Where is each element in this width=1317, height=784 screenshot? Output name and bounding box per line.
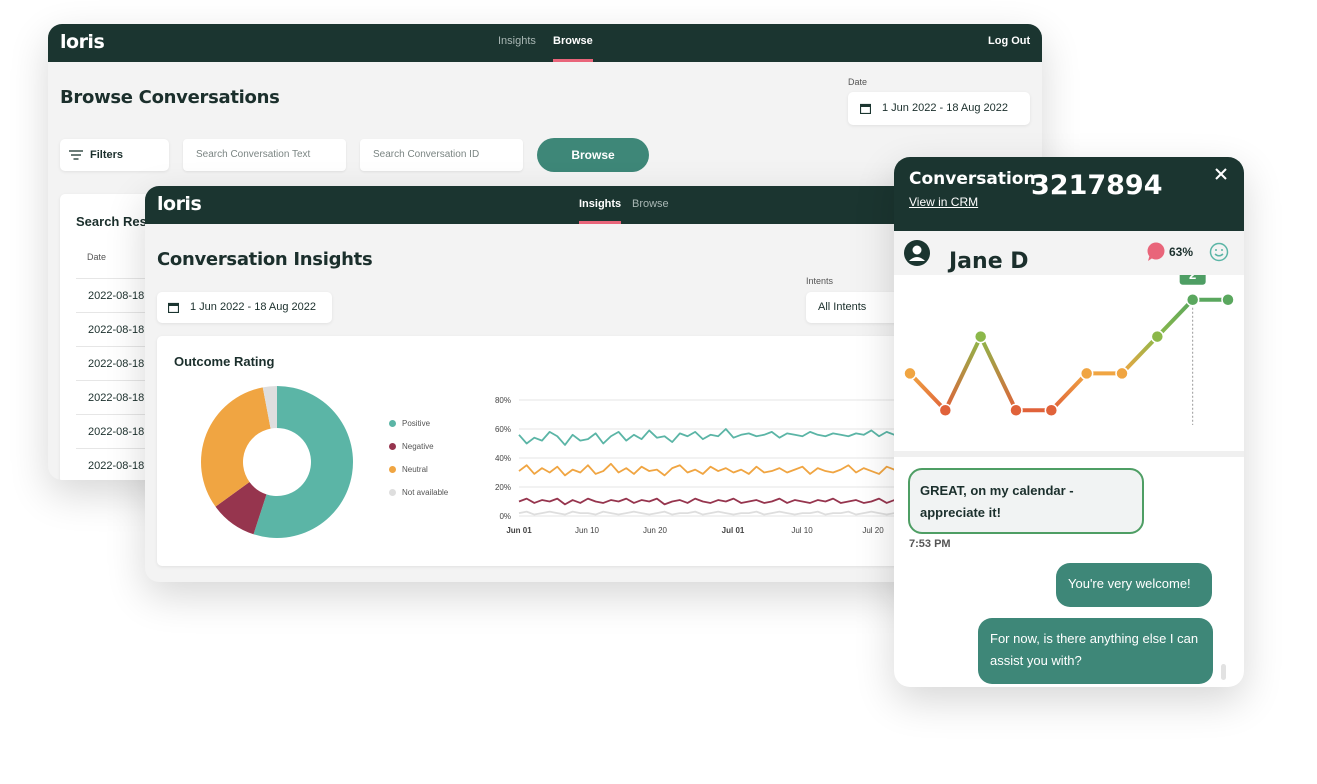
series-line-positive: [518, 428, 926, 446]
table-row[interactable]: 2022-08-18: [88, 392, 144, 404]
loris-logo[interactable]: loris: [157, 193, 202, 215]
sentiment-segment: [908, 371, 948, 413]
intents-value: All Intents: [818, 301, 867, 313]
speech-bubble-icon: [1147, 242, 1165, 261]
conversation-header: Conversation 3217894 View in CRM: [894, 157, 1244, 231]
y-tick-label: 20%: [495, 483, 511, 492]
date-range-value: 1 Jun 2022 - 18 Aug 2022: [190, 301, 316, 313]
results-title: Search Res: [76, 214, 147, 229]
search-conversation-text-input[interactable]: Search Conversation Text: [183, 139, 346, 171]
outcome-line-chart: 80% 60% 40% 20% 0% Jun 01 Jun 10 Jun 20 Jul 01 Ju…: [495, 396, 926, 535]
insights-topbar: loris Insights Browse: [145, 186, 935, 224]
outcome-title: Outcome Rating: [174, 354, 275, 369]
sentiment-point[interactable]: [903, 366, 917, 381]
filters-label: Filters: [90, 149, 124, 161]
outcome-donut-chart: [201, 386, 353, 538]
outcome-rating-card: Outcome Rating Positive Negative Neutral…: [157, 336, 927, 566]
y-tick-label: 0%: [499, 512, 511, 521]
legend-dot-not-available: [389, 489, 396, 496]
x-tick-label: Jul 20: [862, 526, 884, 535]
sentiment-point[interactable]: [1150, 329, 1165, 344]
contact-name: Jane D: [949, 249, 1029, 274]
sentiment-percentage: 63%: [1169, 245, 1194, 259]
donut-slice-neutral: [201, 387, 271, 507]
table-row[interactable]: 2022-08-18: [88, 290, 144, 302]
legend-negative: Negative: [402, 442, 434, 451]
sentiment-point[interactable]: [1185, 292, 1200, 307]
message-incoming: GREAT, on my calendar - appreciate it!: [908, 468, 1144, 534]
message-outgoing: You're very welcome!: [1056, 563, 1212, 607]
loris-logo[interactable]: loris: [60, 31, 105, 53]
series-line-negative: [518, 497, 926, 506]
filter-icon: [69, 150, 83, 160]
logout-link[interactable]: Log Out: [988, 35, 1030, 47]
page-title: Conversation Insights: [157, 249, 373, 270]
series-line-neutral: [518, 462, 926, 477]
sentiment-segment: [1120, 334, 1160, 376]
sentiment-point[interactable]: [1044, 403, 1059, 418]
intents-label: Intents: [806, 276, 834, 286]
table-row[interactable]: 2022-08-18: [88, 460, 144, 472]
sentiment-point[interactable]: [938, 403, 953, 418]
sentiment-point[interactable]: [1009, 403, 1023, 418]
browse-button[interactable]: Browse: [537, 138, 649, 172]
contact-bar: Jane D 63%: [894, 231, 1244, 275]
y-tick-label: 40%: [495, 454, 511, 463]
nav-browse[interactable]: Browse: [553, 35, 593, 62]
table-row[interactable]: 2022-08-18: [88, 324, 144, 336]
legend-not-available: Not available: [402, 488, 449, 497]
sentiment-segment: [1155, 297, 1195, 339]
date-range-picker[interactable]: 1 Jun 2022 - 18 Aug 2022: [848, 92, 1030, 125]
calendar-icon: [168, 302, 179, 313]
x-tick-label: Jun 20: [643, 526, 668, 535]
date-range-value: 1 Jun 2022 - 18 Aug 2022: [882, 102, 1008, 114]
x-tick-label: Jul 01: [722, 526, 745, 535]
sentiment-point[interactable]: [1079, 366, 1094, 381]
y-tick-label: 60%: [495, 425, 511, 434]
insights-window: loris Insights Browse Conversation Insig…: [145, 186, 935, 582]
x-tick-label: Jun 01: [506, 526, 532, 535]
sentiment-segment: [943, 334, 983, 413]
conversation-id: 3217894: [1031, 170, 1163, 201]
close-icon[interactable]: [1215, 168, 1227, 180]
page-title: Browse Conversations: [60, 87, 280, 108]
date-label: Date: [848, 77, 868, 87]
filters-button[interactable]: Filters: [60, 139, 169, 171]
browse-topbar: loris Insights Browse Log Out: [48, 24, 1042, 62]
conversation-label: Conversation: [909, 169, 1036, 189]
view-in-crm-link[interactable]: View in CRM: [909, 195, 978, 209]
nav-insights[interactable]: Insights: [579, 198, 622, 224]
highlight-badge-label: 2: [1189, 275, 1196, 282]
message-timestamp: 7:53 PM: [909, 538, 951, 550]
nav-browse[interactable]: Browse: [632, 198, 669, 210]
legend-dot-neutral: [389, 466, 396, 473]
sentiment-point[interactable]: [973, 329, 988, 344]
sentiment-chart: 2: [903, 275, 1235, 425]
scrollbar[interactable]: [1221, 664, 1226, 680]
sentiment-segment: [978, 334, 1018, 413]
legend-dot-negative: [389, 443, 396, 450]
table-row[interactable]: 2022-08-18: [88, 426, 144, 438]
y-tick-label: 80%: [495, 396, 511, 405]
date-range-picker[interactable]: 1 Jun 2022 - 18 Aug 2022: [157, 292, 332, 323]
series-line-not-available: [518, 510, 926, 516]
calendar-icon: [860, 103, 871, 114]
legend-dot-positive: [389, 420, 396, 427]
nav-insights[interactable]: Insights: [498, 35, 536, 47]
search-conversation-id-input[interactable]: Search Conversation ID: [360, 139, 523, 171]
x-tick-label: Jul 10: [791, 526, 813, 535]
smiley-icon[interactable]: [1209, 242, 1229, 262]
message-outgoing: For now, is there anything else I can as…: [978, 618, 1213, 684]
sentiment-point[interactable]: [1115, 366, 1129, 381]
sentiment-segment: [1049, 371, 1089, 413]
table-row[interactable]: 2022-08-18: [88, 358, 144, 370]
legend-neutral: Neutral: [402, 465, 428, 474]
conversation-panel: Conversation 3217894 View in CRM Jane D …: [894, 157, 1244, 687]
user-avatar-icon: [904, 240, 930, 266]
date-column-header: Date: [87, 252, 107, 262]
legend-positive: Positive: [402, 419, 431, 428]
sentiment-point[interactable]: [1221, 292, 1235, 307]
x-tick-label: Jun 10: [575, 526, 600, 535]
